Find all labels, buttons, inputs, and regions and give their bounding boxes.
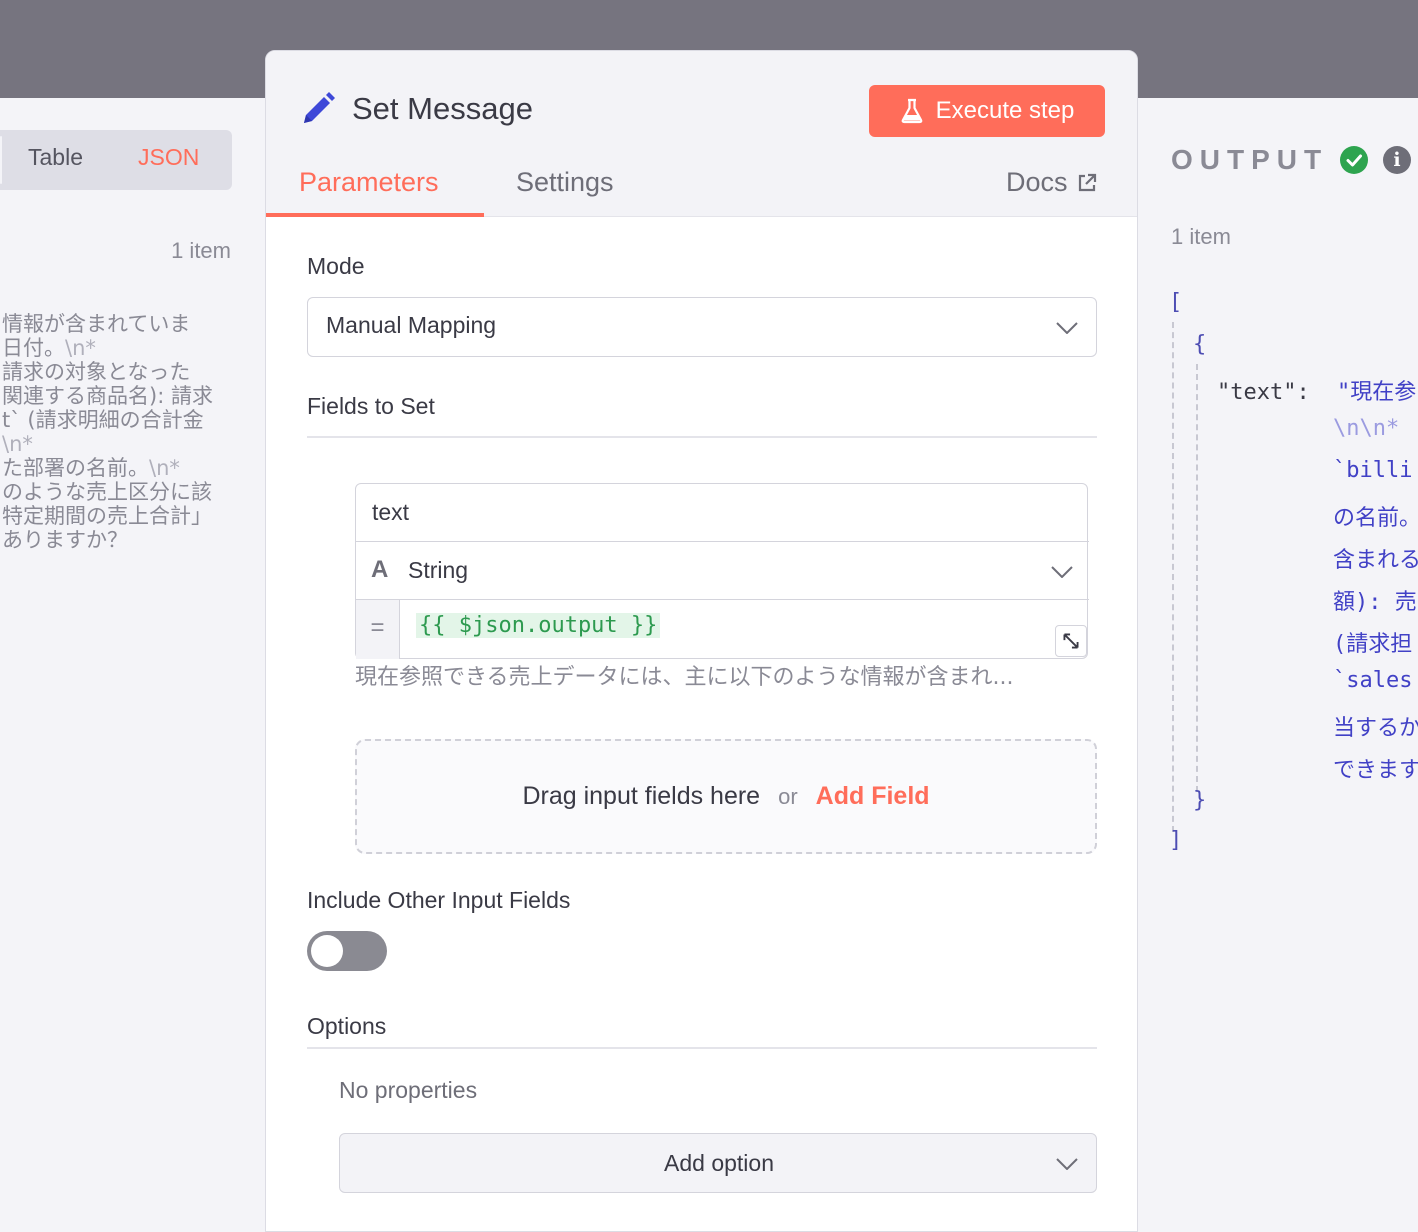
options-label: Options — [307, 1013, 387, 1039]
dropzone-or: or — [778, 783, 798, 809]
json-indent-guide — [1172, 322, 1174, 832]
node-title[interactable]: Set Message — [352, 91, 533, 127]
chevron-down-icon — [1051, 566, 1073, 578]
json-string-line: `sales — [1333, 668, 1413, 693]
input-pane: Table JSON 1 item 情報が含まれていま 日付。\n* 請求の対象… — [0, 98, 265, 1232]
json-close-brace: } — [1193, 788, 1207, 813]
json-close-bracket: ] — [1169, 828, 1183, 853]
json-open-brace: { — [1193, 332, 1207, 357]
output-title: OUTPUT — [1171, 144, 1329, 175]
json-key: "text": — [1217, 380, 1310, 405]
json-string-line: `billi — [1333, 458, 1413, 483]
json-string-line: (請求担 — [1333, 632, 1413, 657]
field-value-expression[interactable]: = {{ $json.output }} — [356, 600, 1089, 659]
json-key-row: "text": "現在参 — [1217, 374, 1416, 406]
mode-label: Mode — [307, 253, 365, 279]
node-details-modal: Set Message Execute step Parameters Sett… — [265, 50, 1138, 1232]
json-open-bracket: [ — [1169, 290, 1183, 315]
output-item-count: 1 item — [1171, 224, 1231, 249]
field-name-value: text — [372, 499, 410, 525]
json-string-line: 含まれる — [1333, 548, 1418, 573]
add-option-select[interactable]: Add option — [339, 1133, 1097, 1193]
dropzone-text: Drag input fields here — [522, 782, 761, 810]
field-assignment: text A String = {{ $json.output }} — [355, 483, 1089, 659]
view-switcher-highlight — [0, 136, 2, 184]
json-indent-guide — [1196, 364, 1198, 792]
include-other-fields-label: Include Other Input Fields — [307, 887, 571, 913]
output-pane: OUTPUT i 1 item [ { "text": "現在参 \n\n* `… — [1137, 98, 1418, 1232]
tab-docs[interactable]: Docs — [1006, 167, 1098, 198]
field-type-value: String — [408, 557, 469, 583]
view-tab-json[interactable]: JSON — [138, 144, 199, 171]
string-type-icon: A — [371, 556, 389, 583]
input-text-line: 日付。\n* — [2, 336, 96, 360]
flask-icon — [901, 98, 923, 124]
field-name-input[interactable]: text — [356, 484, 1089, 542]
modal-header: Set Message Execute step Parameters Sett… — [266, 51, 1137, 217]
input-text-line: t` (請求明細の合計金 — [2, 408, 204, 432]
input-json-text: 情報が含まれていま 日付。\n* 請求の対象となった 関連する商品名): 請求 … — [2, 312, 242, 552]
info-icon[interactable]: i — [1383, 146, 1411, 174]
field-dropzone[interactable]: Drag input fields here or Add Field — [355, 739, 1097, 854]
tab-parameters[interactable]: Parameters — [299, 167, 439, 198]
view-tab-table[interactable]: Table — [28, 144, 83, 171]
input-text-line: 情報が含まれていま — [2, 312, 191, 336]
field-type-select[interactable]: A String — [356, 542, 1089, 600]
json-string-line: の名前。 — [1333, 506, 1418, 531]
json-string-line: できます — [1333, 758, 1418, 783]
execute-step-button[interactable]: Execute step — [869, 85, 1105, 137]
json-string-line: \n\n* — [1333, 416, 1400, 441]
section-divider — [307, 436, 1097, 438]
view-switcher: Table JSON — [0, 130, 232, 190]
mode-select[interactable]: Manual Mapping — [307, 297, 1097, 357]
input-text-line: 請求の対象となった — [2, 360, 191, 384]
input-text-line: 関連する商品名): 請求 — [2, 384, 213, 408]
success-check-icon — [1340, 146, 1368, 174]
json-string-value: "現在参 — [1336, 380, 1417, 405]
expand-editor-icon[interactable] — [1055, 625, 1087, 657]
fields-to-set-label: Fields to Set — [307, 393, 435, 419]
tab-settings[interactable]: Settings — [516, 167, 614, 198]
pencil-icon — [304, 92, 335, 123]
input-text-line: ありますか？ — [2, 528, 128, 552]
json-string-line: 当するか — [1333, 716, 1418, 741]
expression-preview: 現在参照できる売上データには、主に以下のような情報が含まれ... — [355, 665, 1014, 690]
docs-label: Docs — [1006, 167, 1068, 197]
mode-select-value: Manual Mapping — [326, 312, 497, 338]
input-item-count: 1 item — [171, 238, 231, 263]
expression-value: {{ $json.output }} — [416, 613, 661, 638]
toggle-knob — [311, 935, 343, 967]
input-text-line: \n* — [2, 432, 33, 456]
input-text-line: のような売上区分に該 — [2, 480, 212, 504]
active-tab-indicator — [266, 213, 484, 217]
json-string-line: 額): 売 — [1333, 590, 1417, 615]
include-other-fields-toggle[interactable] — [307, 931, 387, 971]
input-text-line: 特定期間の売上合計」 — [2, 504, 212, 528]
add-field-link[interactable]: Add Field — [816, 782, 930, 811]
add-option-label: Add option — [664, 1150, 774, 1176]
execute-step-label: Execute step — [935, 97, 1075, 124]
external-link-icon — [1078, 173, 1096, 191]
input-text-line: た部署の名前。\n* — [2, 456, 180, 480]
chevron-down-icon — [1056, 322, 1078, 334]
section-divider — [307, 1047, 1097, 1049]
no-properties-text: No properties — [339, 1077, 478, 1103]
chevron-down-icon — [1056, 1158, 1078, 1170]
expression-equals-icon: = — [356, 600, 400, 659]
